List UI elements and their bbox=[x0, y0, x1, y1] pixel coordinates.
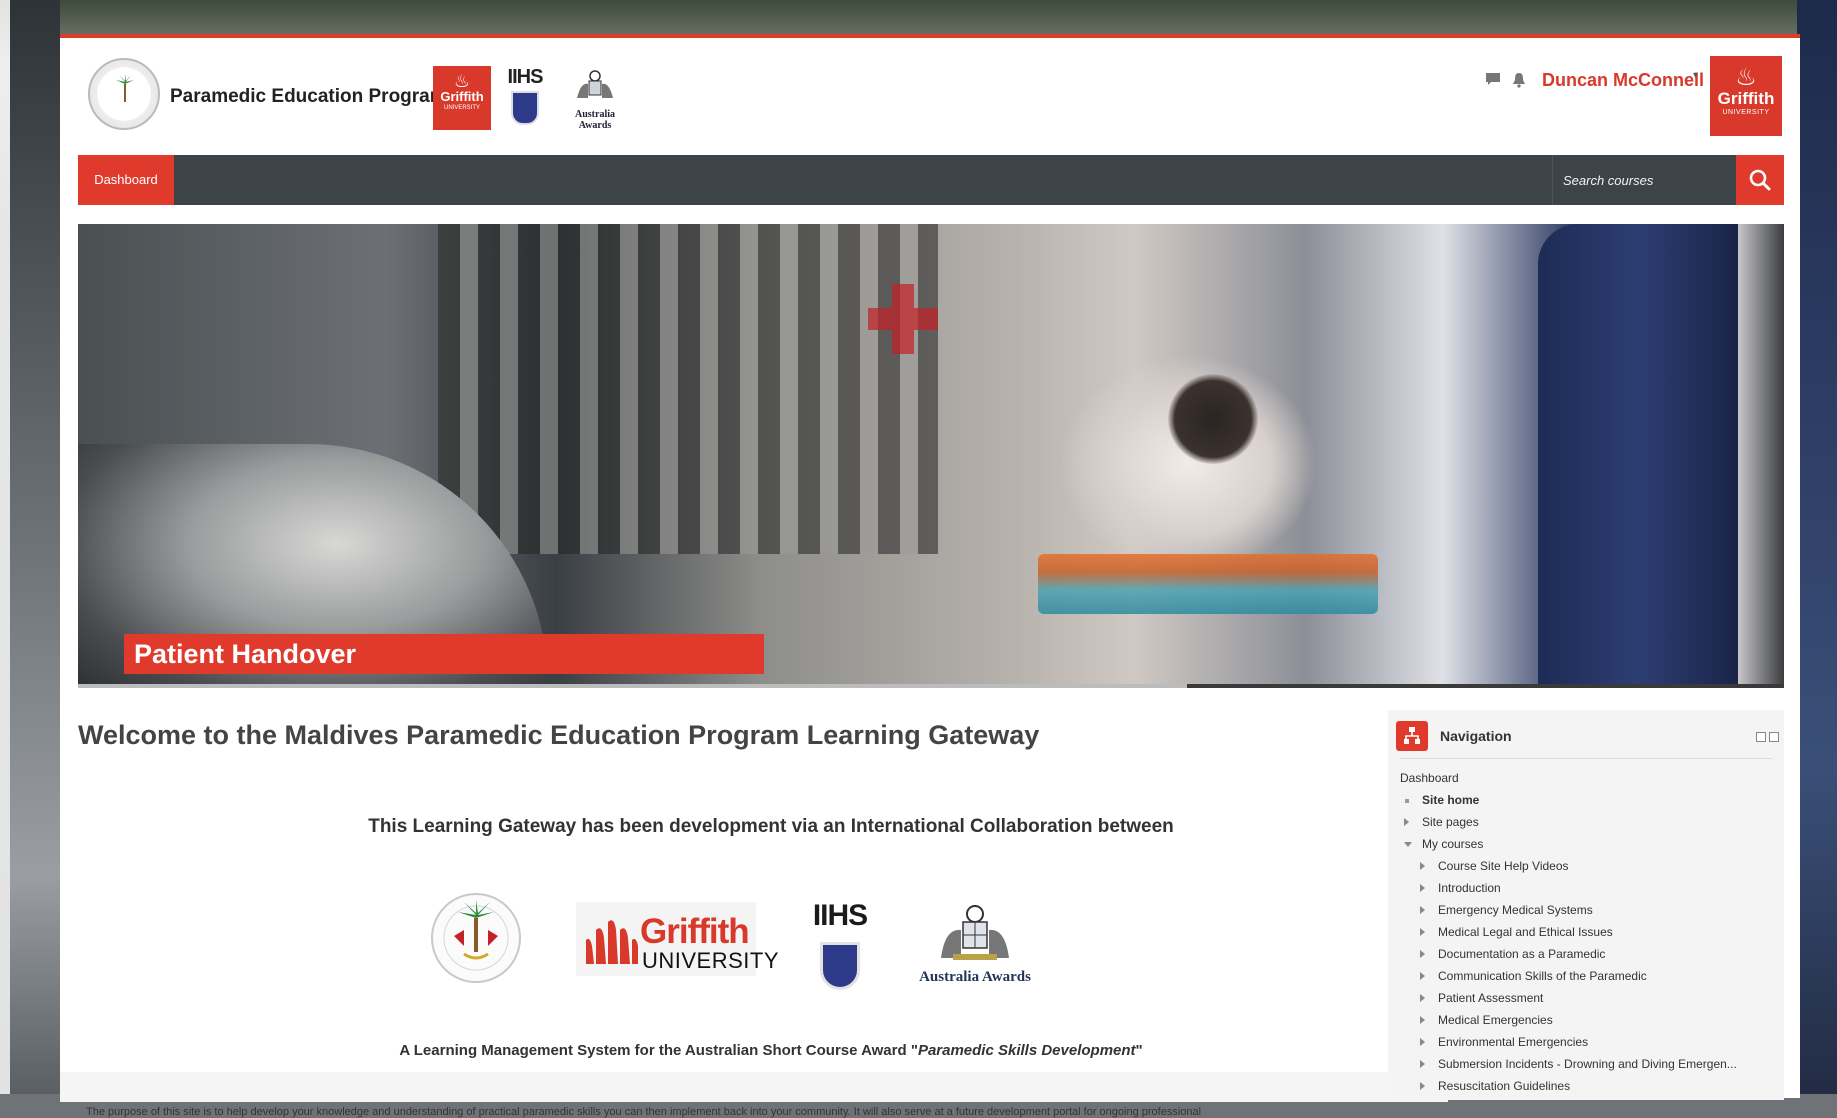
hero-image-railing bbox=[438, 224, 938, 554]
expand-arrow-icon[interactable] bbox=[1420, 1038, 1425, 1046]
nav-course-label: Patient Assessment bbox=[1438, 991, 1544, 1005]
partner-logos: Griffith UNIVERSITY IIHS Australia Award… bbox=[430, 876, 1130, 1016]
hero-image-uniform-cross bbox=[868, 284, 938, 354]
bullet-icon bbox=[1405, 799, 1409, 803]
australia-awards-logo: Australia Awards bbox=[910, 902, 1040, 986]
nav-course-label: Resuscitation Guidelines bbox=[1438, 1079, 1571, 1093]
nav-item-label: Dashboard bbox=[1400, 771, 1459, 785]
nav-course-label: Medical Emergencies bbox=[1438, 1013, 1553, 1027]
nav-course-label: Course Site Help Videos bbox=[1438, 859, 1569, 873]
collaboration-text: This Learning Gateway has been developme… bbox=[368, 816, 1174, 837]
user-menu-caret-icon[interactable]: ▾ bbox=[1693, 70, 1698, 81]
iihs-logo-small: IIHS bbox=[500, 66, 550, 125]
divider bbox=[1400, 758, 1772, 759]
australia-awards-text: Australia Awards bbox=[919, 969, 1031, 985]
griffith-flame-icon: ♨ bbox=[1735, 64, 1757, 91]
purpose-text: The purpose of this site is to help deve… bbox=[86, 1106, 1202, 1118]
griffith-flame-icon: ♨ bbox=[453, 71, 471, 91]
search-button[interactable] bbox=[1736, 155, 1784, 205]
expand-arrow-icon[interactable] bbox=[1420, 950, 1425, 958]
iihs-subtitle-line bbox=[805, 932, 875, 938]
navigation-block: Navigation Dashboard Site home Site page… bbox=[1388, 710, 1784, 1100]
search-courses-input[interactable] bbox=[1552, 155, 1736, 205]
welcome-heading: Welcome to the Maldives Paramedic Educat… bbox=[78, 720, 1040, 750]
lms-description-prefix: A Learning Management System for the Aus… bbox=[399, 1042, 918, 1059]
slideshow-progress-fill bbox=[78, 684, 1187, 688]
sitemap-icon bbox=[1396, 721, 1428, 751]
block-collapse-icon[interactable] bbox=[1756, 732, 1766, 742]
nav-course-label: Documentation as a Paramedic bbox=[1438, 947, 1606, 961]
expand-arrow-icon[interactable] bbox=[1420, 972, 1425, 980]
ministry-of-health-logo[interactable] bbox=[88, 58, 160, 130]
australia-awards-logo-small: Australia Awards bbox=[558, 68, 632, 131]
griffith-logo-small: ♨ Griffith UNIVERSITY bbox=[433, 66, 491, 130]
griffith-name: Griffith bbox=[640, 912, 750, 951]
navigation-block-title: Navigation bbox=[1440, 728, 1512, 744]
messages-icon[interactable] bbox=[1485, 72, 1501, 86]
expand-arrow-icon[interactable] bbox=[1420, 1082, 1425, 1090]
hero-image-stretcher bbox=[1038, 554, 1378, 614]
purpose-section bbox=[60, 1072, 1448, 1102]
expand-arrow-icon[interactable] bbox=[1420, 906, 1425, 914]
nav-course-label: Submersion Incidents - Drowning and Divi… bbox=[1438, 1057, 1737, 1071]
user-menu-name[interactable]: Duncan McConnell bbox=[1542, 70, 1704, 91]
nav-course-label: Environmental Emergencies bbox=[1438, 1035, 1589, 1049]
iihs-shield-icon bbox=[511, 91, 539, 125]
coat-of-arms-icon bbox=[941, 905, 1009, 960]
griffith-logo-subtext: UNIVERSITY bbox=[443, 105, 480, 111]
hero-slideshow[interactable]: Patient Handover bbox=[78, 224, 1784, 688]
collapse-arrow-icon[interactable] bbox=[1404, 842, 1412, 847]
site-header: Paramedic Education Program ♨ Griffith U… bbox=[60, 38, 1800, 153]
expand-arrow-icon[interactable] bbox=[1420, 994, 1425, 1002]
page-container: Paramedic Education Program ♨ Griffith U… bbox=[60, 34, 1800, 1118]
iihs-text: IIHS bbox=[812, 899, 868, 932]
nav-course-label: Emergency Medical Systems bbox=[1438, 903, 1593, 917]
expand-arrow-icon[interactable] bbox=[1420, 884, 1425, 892]
search-icon bbox=[1749, 169, 1771, 191]
griffith-university-logo: Griffith UNIVERSITY bbox=[576, 902, 779, 976]
nav-course-label: Medical Legal and Ethical Issues bbox=[1438, 925, 1613, 939]
expand-arrow-icon[interactable] bbox=[1420, 862, 1425, 870]
expand-arrow-icon[interactable] bbox=[1420, 928, 1425, 936]
griffith-university-text: UNIVERSITY bbox=[642, 948, 780, 973]
iihs-logo: IIHS bbox=[805, 900, 875, 990]
lms-description-course-name: Paramedic Skills Development bbox=[917, 1042, 1136, 1059]
slideshow-progress-bar bbox=[78, 684, 1784, 688]
coat-of-arms-icon bbox=[577, 70, 613, 98]
lms-description: A Learning Management System for the Aus… bbox=[78, 1042, 1464, 1059]
lms-description-suffix: " bbox=[1135, 1042, 1143, 1059]
hero-image-curtain bbox=[1538, 224, 1738, 688]
navigation-block-header: Navigation bbox=[1388, 710, 1784, 760]
iihs-shield-icon bbox=[820, 942, 860, 990]
australia-awards-text: Australia Awards bbox=[575, 109, 615, 131]
nav-course-label: Introduction bbox=[1438, 881, 1501, 895]
nav-item-label: My courses bbox=[1422, 837, 1484, 851]
nav-item-label: Site home bbox=[1422, 793, 1480, 807]
slide-caption[interactable]: Patient Handover bbox=[124, 634, 764, 674]
griffith-flame-icon bbox=[586, 920, 638, 964]
notifications-bell-icon[interactable] bbox=[1512, 72, 1526, 88]
griffith-logo-large[interactable]: ♨ Griffith UNIVERSITY bbox=[1710, 56, 1782, 136]
expand-arrow-icon[interactable] bbox=[1420, 1060, 1425, 1068]
ministry-of-health-seal bbox=[431, 893, 521, 983]
hero-image-head bbox=[1168, 374, 1258, 464]
site-name[interactable]: Paramedic Education Program bbox=[170, 86, 447, 108]
nav-course-label: Communication Skills of the Paramedic bbox=[1438, 969, 1647, 983]
main-navbar: Dashboard bbox=[78, 155, 1784, 205]
griffith-logo-text: Griffith bbox=[1717, 89, 1775, 108]
nav-dashboard-link[interactable]: Dashboard bbox=[78, 155, 174, 205]
block-dock-icon[interactable] bbox=[1769, 732, 1779, 742]
palm-tree-icon bbox=[116, 74, 134, 102]
griffith-logo-text: Griffith bbox=[440, 89, 484, 104]
griffith-logo-subtext: UNIVERSITY bbox=[1722, 109, 1770, 116]
iihs-logo-text: IIHS bbox=[507, 66, 544, 88]
expand-arrow-icon[interactable] bbox=[1404, 818, 1409, 826]
expand-arrow-icon[interactable] bbox=[1420, 1016, 1425, 1024]
nav-item-label: Site pages bbox=[1422, 815, 1479, 829]
